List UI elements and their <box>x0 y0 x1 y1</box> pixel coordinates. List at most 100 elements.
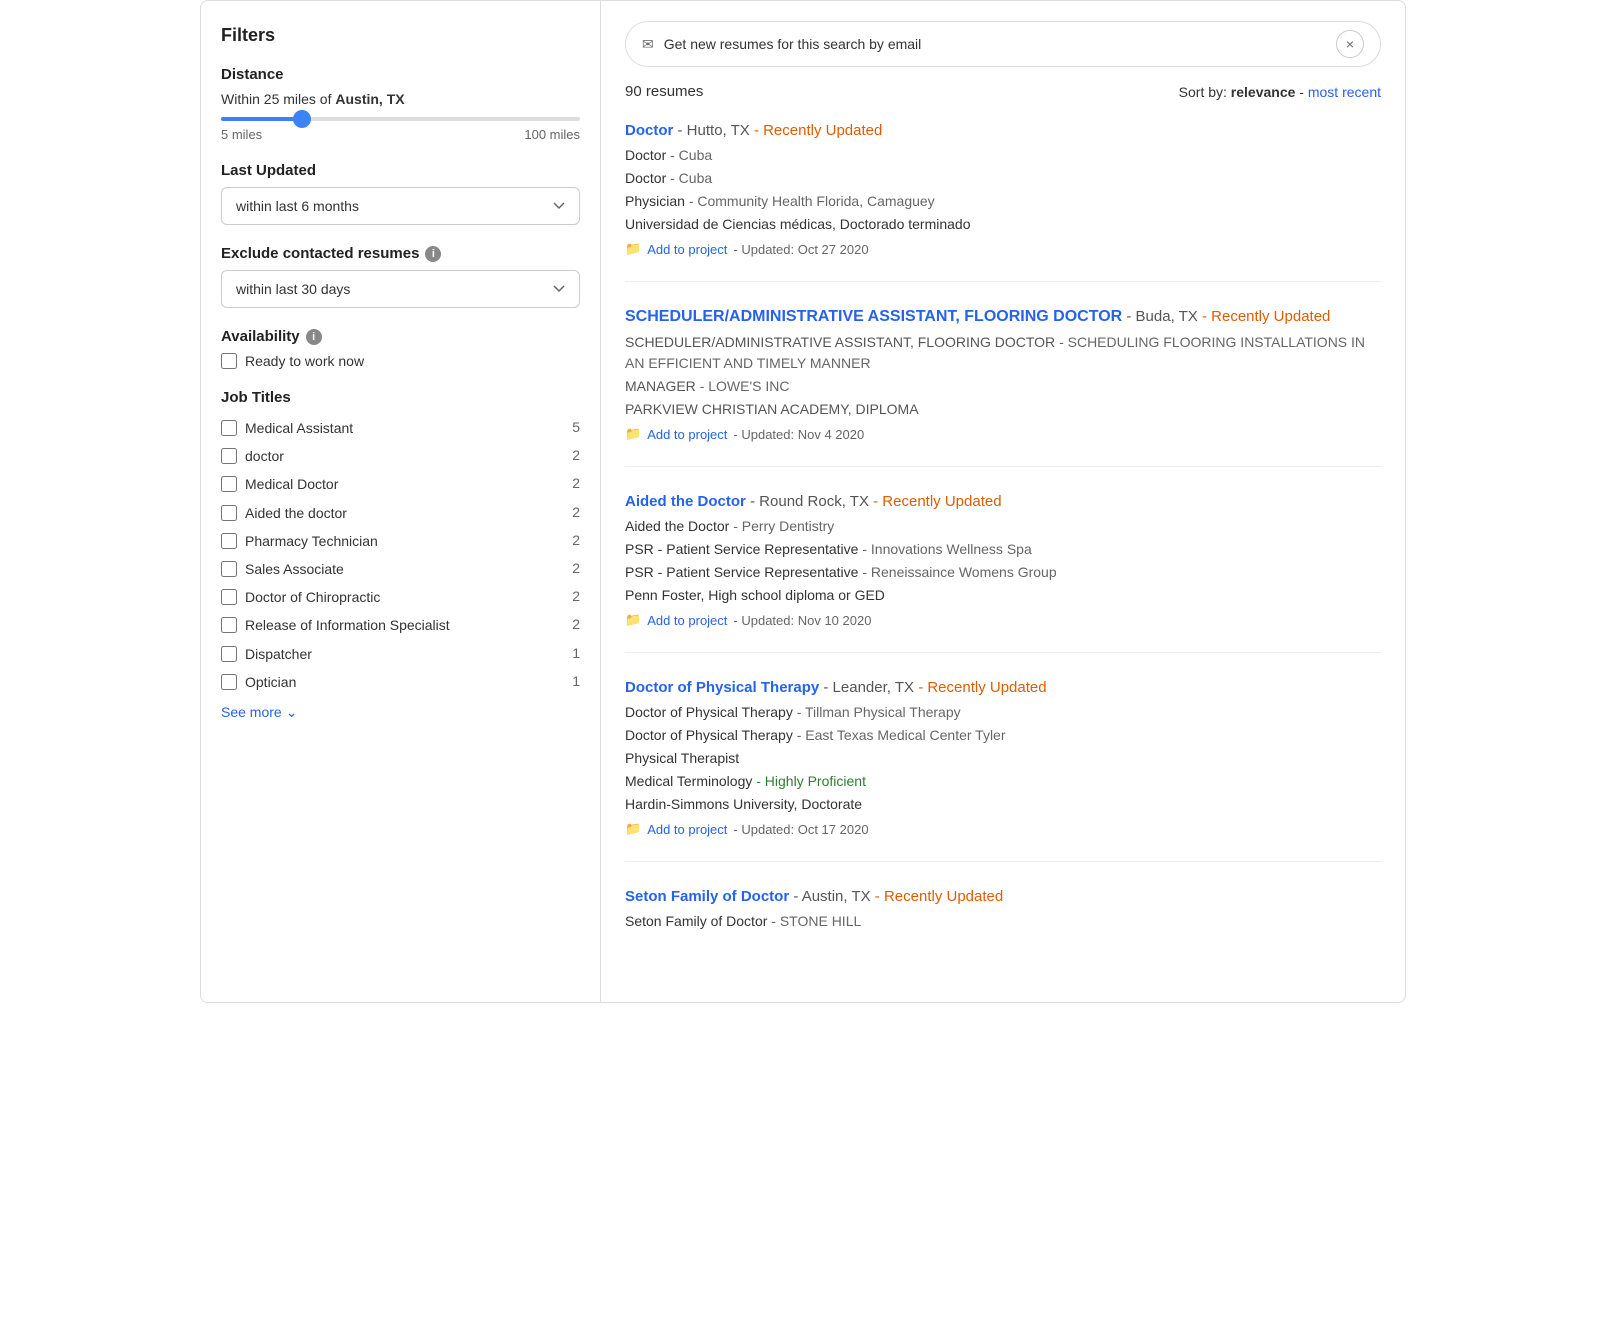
updated-text: - Updated: Nov 10 2020 <box>733 613 871 628</box>
resume-role: Aided the Doctor <box>625 518 729 534</box>
resume-location: - Round Rock, TX <box>750 493 869 510</box>
resume-detail-row: Penn Foster, High school diploma or GED <box>625 585 1381 606</box>
job-title-item: Doctor of Chiropractic 2 <box>221 583 580 611</box>
resume-title-link[interactable]: SCHEDULER/ADMINISTRATIVE ASSISTANT, FLOO… <box>625 308 1122 325</box>
resume-company: - Cuba <box>670 170 712 186</box>
resume-role: Medical Terminology <box>625 773 752 789</box>
add-to-project-link[interactable]: Add to project <box>647 242 727 257</box>
resume-company: - Innovations Wellness Spa <box>862 541 1031 557</box>
chevron-down-icon: ⌄ <box>286 704 298 721</box>
job-title-checkbox-3[interactable] <box>221 505 237 521</box>
email-banner: ✉ Get new resumes for this search by ema… <box>625 21 1381 67</box>
results-header: 90 resumes Sort by: relevance - most rec… <box>625 83 1381 100</box>
job-title-text: Medical Doctor <box>245 475 564 493</box>
ready-to-work-checkbox[interactable] <box>221 353 237 369</box>
resume-title-link[interactable]: Seton Family of Doctor <box>625 888 789 905</box>
resume-title-line: SCHEDULER/ADMINISTRATIVE ASSISTANT, FLOO… <box>625 306 1381 328</box>
updated-text: - Updated: Oct 17 2020 <box>733 822 868 837</box>
distance-label: Distance <box>221 66 580 83</box>
resume-detail-row: Medical Terminology - Highly Proficient <box>625 771 1381 792</box>
add-to-project-link[interactable]: Add to project <box>647 613 727 628</box>
add-to-project-link[interactable]: Add to project <box>647 427 727 442</box>
sort-relevance: relevance <box>1231 84 1296 100</box>
resume-company: - Community Health Florida, Camaguey <box>689 193 935 209</box>
exclude-contacted-select[interactable]: within last 30 days within last 6 months… <box>221 270 580 308</box>
job-title-text: Doctor of Chiropractic <box>245 588 564 606</box>
resume-card: Aided the Doctor - Round Rock, TX - Rece… <box>625 491 1381 653</box>
ready-to-work-checkbox-label[interactable]: Ready to work now <box>221 353 580 369</box>
recently-updated-badge: - Recently Updated <box>873 493 1001 510</box>
job-title-count: 2 <box>572 504 580 520</box>
resume-role: Doctor of Physical Therapy <box>625 704 793 720</box>
resume-role: Penn Foster, High school diploma or GED <box>625 587 885 603</box>
resume-role: Doctor <box>625 147 666 163</box>
job-title-checkbox-8[interactable] <box>221 646 237 662</box>
email-banner-close-button[interactable]: × <box>1336 30 1364 58</box>
resume-detail-row: PARKVIEW CHRISTIAN ACADEMY, DIPLOMA <box>625 399 1381 420</box>
resume-role: SCHEDULER/ADMINISTRATIVE ASSISTANT, FLOO… <box>625 334 1055 350</box>
resume-company: - Reneissaince Womens Group <box>862 564 1056 580</box>
resume-detail-row: SCHEDULER/ADMINISTRATIVE ASSISTANT, FLOO… <box>625 332 1381 374</box>
recently-updated-badge: - Recently Updated <box>918 679 1046 696</box>
slider-labels: 5 miles 100 miles <box>221 127 580 142</box>
distance-slider-container <box>221 117 580 121</box>
job-title-checkbox-4[interactable] <box>221 533 237 549</box>
resume-role: Doctor <box>625 170 666 186</box>
job-title-item: Optician 1 <box>221 668 580 696</box>
resume-location: - Leander, TX <box>823 679 914 696</box>
resume-detail-row: Hardin-Simmons University, Doctorate <box>625 794 1381 815</box>
add-to-project-link[interactable]: Add to project <box>647 822 727 837</box>
resume-company: - Cuba <box>670 147 712 163</box>
resume-detail-row: Doctor - Cuba <box>625 168 1381 189</box>
job-title-item: Medical Doctor 2 <box>221 470 580 498</box>
resume-card: SCHEDULER/ADMINISTRATIVE ASSISTANT, FLOO… <box>625 306 1381 467</box>
resume-location: - Buda, TX <box>1126 308 1197 325</box>
add-to-project-line: 📁 Add to project - Updated: Oct 27 2020 <box>625 241 1381 257</box>
email-icon: ✉ <box>642 36 654 53</box>
resume-detail-row: Physician - Community Health Florida, Ca… <box>625 191 1381 212</box>
resume-list: Doctor - Hutto, TX - Recently UpdatedDoc… <box>625 120 1381 958</box>
job-title-checkbox-9[interactable] <box>221 674 237 690</box>
resume-company: - Tillman Physical Therapy <box>797 704 961 720</box>
slider-thumb[interactable] <box>293 110 311 128</box>
resume-title-line: Aided the Doctor - Round Rock, TX - Rece… <box>625 491 1381 512</box>
job-title-checkbox-6[interactable] <box>221 589 237 605</box>
updated-text: - Updated: Oct 27 2020 <box>733 242 868 257</box>
job-title-item: Release of Information Specialist 2 <box>221 611 580 639</box>
resume-detail-row: Doctor - Cuba <box>625 145 1381 166</box>
resume-title-link[interactable]: Doctor of Physical Therapy <box>625 679 819 696</box>
resume-detail-row: Doctor of Physical Therapy - East Texas … <box>625 725 1381 746</box>
folder-icon: 📁 <box>625 241 641 257</box>
resume-card: Doctor - Hutto, TX - Recently UpdatedDoc… <box>625 120 1381 282</box>
job-title-item: Aided the doctor 2 <box>221 499 580 527</box>
job-title-checkbox-2[interactable] <box>221 476 237 492</box>
job-title-checkbox-7[interactable] <box>221 617 237 633</box>
distance-text: Within 25 miles of Austin, TX <box>221 91 580 107</box>
resume-title-line: Seton Family of Doctor - Austin, TX - Re… <box>625 886 1381 907</box>
sort-most-recent-link[interactable]: most recent <box>1308 84 1381 100</box>
resume-card: Doctor of Physical Therapy - Leander, TX… <box>625 677 1381 862</box>
job-title-text: Aided the doctor <box>245 504 564 522</box>
recently-updated-badge: - Recently Updated <box>875 888 1003 905</box>
distance-filter: Distance Within 25 miles of Austin, TX 5… <box>221 66 580 142</box>
resume-title-line: Doctor - Hutto, TX - Recently Updated <box>625 120 1381 141</box>
job-title-checkbox-0[interactable] <box>221 420 237 436</box>
resume-title-link[interactable]: Doctor <box>625 122 673 139</box>
resume-location: - Austin, TX <box>793 888 870 905</box>
resume-title-link[interactable]: Aided the Doctor <box>625 493 746 510</box>
last-updated-select[interactable]: within last 6 months within last 30 days… <box>221 187 580 225</box>
resume-detail-row: MANAGER - LOWE'S INC <box>625 376 1381 397</box>
resume-role: Doctor of Physical Therapy <box>625 727 793 743</box>
job-title-count: 2 <box>572 532 580 548</box>
job-title-item: doctor 2 <box>221 442 580 470</box>
job-titles-filter: Job Titles Medical Assistant 5 doctor 2 … <box>221 389 580 721</box>
resume-role: MANAGER <box>625 378 696 394</box>
last-updated-label: Last Updated <box>221 162 580 179</box>
job-title-checkbox-5[interactable] <box>221 561 237 577</box>
add-to-project-line: 📁Add to project - Updated: Nov 4 2020 <box>625 426 1381 442</box>
job-title-checkbox-1[interactable] <box>221 448 237 464</box>
job-titles-list: Medical Assistant 5 doctor 2 Medical Doc… <box>221 414 580 696</box>
see-more-link[interactable]: See more ⌄ <box>221 704 580 721</box>
last-updated-filter: Last Updated within last 6 months within… <box>221 162 580 225</box>
recently-updated-badge: - Recently Updated <box>1202 308 1330 325</box>
